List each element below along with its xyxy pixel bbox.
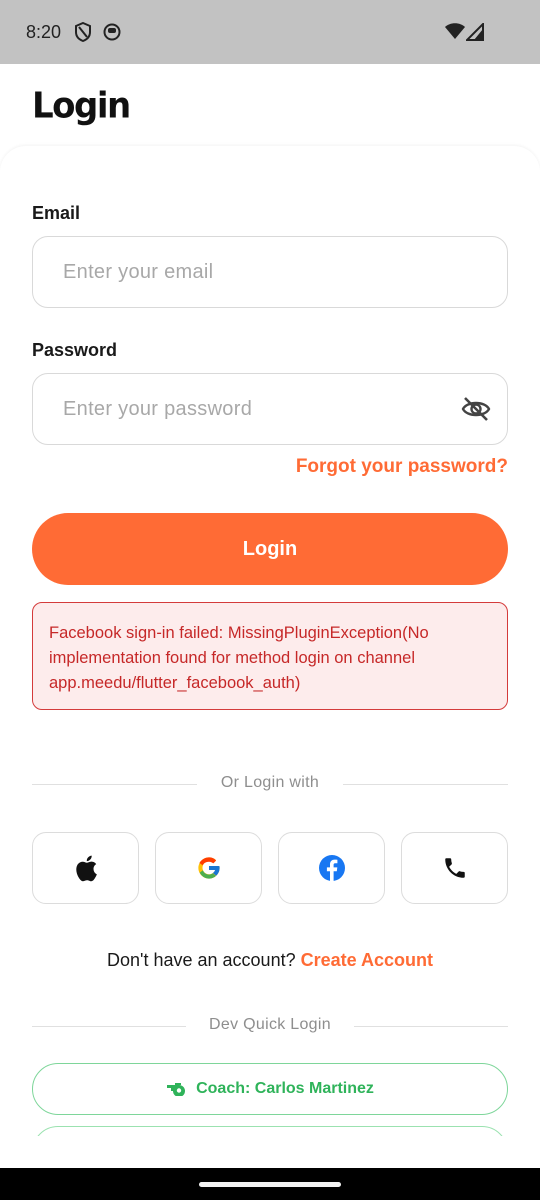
wifi-icon <box>445 23 465 39</box>
email-field-container <box>32 236 508 308</box>
social-divider: Or Login with <box>32 774 508 794</box>
dev-login-coach-button[interactable]: Coach: Carlos Martinez <box>32 1063 508 1115</box>
password-label: Password <box>32 340 118 360</box>
password-input[interactable] <box>63 374 443 444</box>
phone-icon <box>444 858 465 878</box>
page-title: Login <box>32 85 131 127</box>
error-message-box: Facebook sign-in failed: MissingPluginEx… <box>32 602 508 710</box>
google-icon <box>197 857 220 879</box>
email-label: Email <box>32 203 81 223</box>
forgot-password-link[interactable]: Forgot your password? <box>296 456 508 478</box>
apple-icon <box>75 855 97 882</box>
home-gesture-handle[interactable] <box>199 1182 341 1187</box>
facebook-icon <box>318 855 345 881</box>
divider-line-right <box>343 784 508 785</box>
apple-login-button[interactable] <box>32 832 139 904</box>
facebook-login-button[interactable] <box>278 832 385 904</box>
bottom-strip <box>0 1136 540 1168</box>
signup-prompt: Don't have an account? <box>107 950 296 970</box>
password-field-container <box>32 373 508 445</box>
app-header: Login <box>0 64 540 146</box>
signup-row: Don't have an account? Create Account <box>0 950 540 971</box>
error-message: Facebook sign-in failed: MissingPluginEx… <box>49 624 429 692</box>
whistle-icon <box>167 1083 186 1096</box>
login-button[interactable]: Login <box>32 513 508 585</box>
status-time: 8:20 <box>26 22 62 42</box>
phone-login-button[interactable] <box>401 832 508 904</box>
status-bar: 8:20 <box>0 0 540 64</box>
google-login-button[interactable] <box>155 832 262 904</box>
dev-divider: Dev Quick Login <box>32 1016 508 1036</box>
cellular-signal-icon <box>466 23 484 41</box>
navigation-bar <box>0 1168 540 1200</box>
create-account-link[interactable]: Create Account <box>301 950 433 970</box>
email-input[interactable] <box>63 237 443 307</box>
dev-login-coach-label: Coach: Carlos Martinez <box>196 1080 374 1097</box>
eye-off-icon[interactable] <box>461 396 491 422</box>
login-card: Email Password Forgot your password? Log… <box>0 146 540 1136</box>
dev-divider-line-right <box>354 1026 508 1027</box>
dev-login-next-button[interactable] <box>32 1126 508 1136</box>
shield-icon <box>75 22 91 42</box>
social-divider-label: Or Login with <box>220 774 320 791</box>
dev-divider-label: Dev Quick Login <box>209 1016 331 1033</box>
app-notification-icon <box>103 23 121 41</box>
